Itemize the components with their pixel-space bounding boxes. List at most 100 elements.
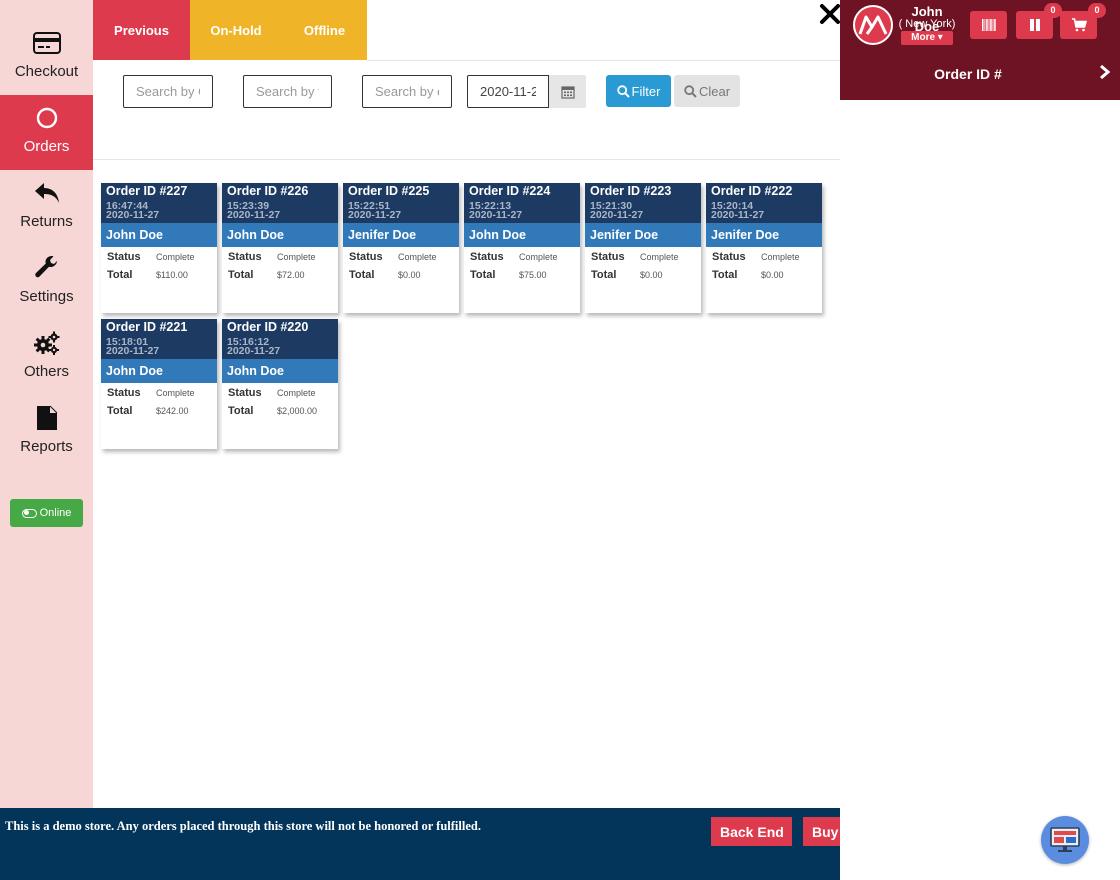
monitor-icon	[1050, 827, 1080, 852]
total-value: $72.00	[277, 270, 305, 280]
tab-on-hold[interactable]: On-Hold	[190, 0, 282, 60]
total-label: Total	[591, 269, 617, 281]
user-location: ( New York)	[898, 18, 956, 30]
sidebar-item-label: Orders	[23, 138, 70, 155]
total-label: Total	[228, 405, 254, 417]
sidebar-item-label: Reports	[20, 438, 73, 455]
back-end-button[interactable]: Back End	[711, 817, 792, 846]
order-id-title: Order ID #	[934, 66, 1002, 82]
total-value: $110.00	[156, 270, 188, 280]
reply-arrow-icon	[0, 180, 93, 206]
sidebar-item-returns[interactable]: Returns	[0, 170, 93, 245]
order-card-header: Order ID #223 15:21:30 2020-11-27	[585, 183, 701, 223]
sidebar-item-label: Settings	[19, 288, 74, 305]
search-customer-input[interactable]	[123, 75, 213, 108]
search-till-input[interactable]	[243, 75, 332, 108]
sidebar: Checkout Orders Returns Settings Others …	[0, 0, 93, 808]
online-toggle-button[interactable]: Online	[10, 499, 83, 527]
buy-now-button[interactable]: Buy Now	[803, 817, 840, 846]
order-card[interactable]: Order ID #220 15:16:12 2020-11-27 John D…	[222, 319, 338, 449]
order-card[interactable]: Order ID #223 15:21:30 2020-11-27 Jenife…	[585, 183, 701, 313]
order-date: 2020-11-27	[106, 209, 160, 221]
tab-previous[interactable]: Previous	[93, 0, 190, 60]
order-card[interactable]: Order ID #224 15:22:13 2020-11-27 John D…	[464, 183, 580, 313]
close-icon[interactable]	[818, 2, 842, 26]
total-value: $0.00	[761, 270, 784, 280]
status-label: Status	[107, 387, 141, 399]
order-date: 2020-11-27	[469, 209, 523, 221]
order-customer: John Doe	[464, 223, 580, 247]
order-card[interactable]: Order ID #221 15:18:01 2020-11-27 John D…	[101, 319, 217, 449]
order-id: Order ID #220	[227, 320, 309, 334]
order-id: Order ID #221	[106, 320, 188, 334]
cart-count-badge: 0	[1088, 3, 1106, 18]
cart-icon	[1071, 18, 1087, 32]
total-label: Total	[107, 269, 133, 281]
order-card-header: Order ID #226 15:23:39 2020-11-27	[222, 183, 338, 223]
status-label: Status	[712, 251, 746, 263]
total-value: $2,000.00	[277, 406, 318, 416]
order-customer: Jenifer Doe	[585, 223, 701, 247]
total-label: Total	[349, 269, 375, 281]
status-label: Status	[470, 251, 504, 263]
order-customer: Jenifer Doe	[706, 223, 822, 247]
order-card[interactable]: Order ID #222 15:20:14 2020-11-27 Jenife…	[706, 183, 822, 313]
tab-on-hold-label: On-Hold	[210, 22, 262, 38]
more-dropdown[interactable]: More ▾	[901, 31, 953, 45]
divider	[367, 60, 840, 61]
online-label: Online	[39, 507, 72, 519]
customer-display-button[interactable]	[1041, 816, 1089, 864]
file-icon	[0, 405, 93, 431]
barcode-icon	[981, 19, 996, 31]
total-value: $0.00	[398, 270, 421, 280]
sidebar-item-others[interactable]: Others	[0, 320, 93, 395]
order-customer: John Doe	[101, 223, 217, 247]
store-logo	[853, 5, 893, 45]
barcode-button[interactable]	[970, 11, 1007, 39]
divider	[93, 159, 840, 160]
order-id: Order ID #224	[469, 184, 551, 198]
order-card-header: Order ID #220 15:16:12 2020-11-27	[222, 319, 338, 359]
calendar-button[interactable]	[549, 75, 586, 108]
credit-card-icon	[0, 30, 93, 56]
status-value: Complete	[156, 252, 195, 262]
sidebar-item-reports[interactable]: Reports	[0, 395, 93, 470]
order-card[interactable]: Order ID #227 16:47:44 2020-11-27 John D…	[101, 183, 217, 313]
status-value: Complete	[761, 252, 800, 262]
order-id: Order ID #222	[711, 184, 793, 198]
gears-icon	[0, 330, 93, 356]
total-label: Total	[107, 405, 133, 417]
filter-button[interactable]: Filter	[606, 75, 671, 107]
order-card-header: Order ID #221 15:18:01 2020-11-27	[101, 319, 217, 359]
order-card[interactable]: Order ID #226 15:23:39 2020-11-27 John D…	[222, 183, 338, 313]
date-input[interactable]	[467, 75, 549, 108]
status-label: Status	[349, 251, 383, 263]
tab-offline[interactable]: Offline	[282, 0, 367, 60]
order-id: Order ID #227	[106, 184, 188, 198]
chevron-right-icon[interactable]	[1098, 64, 1112, 80]
status-label: Status	[107, 251, 141, 263]
total-label: Total	[228, 269, 254, 281]
sidebar-item-label: Returns	[20, 213, 73, 230]
back-end-label: Back End	[720, 823, 784, 840]
order-card[interactable]: Order ID #225 15:22:51 2020-11-27 Jenife…	[343, 183, 459, 313]
total-value: $0.00	[640, 270, 663, 280]
order-date: 2020-11-27	[227, 209, 281, 221]
sidebar-item-checkout[interactable]: Checkout	[0, 20, 93, 95]
order-date: 2020-11-27	[348, 209, 402, 221]
order-date: 2020-11-27	[590, 209, 644, 221]
pause-icon	[1029, 19, 1040, 31]
clear-button[interactable]: Clear	[674, 75, 740, 107]
search-icon	[684, 84, 697, 98]
order-id: Order ID #225	[348, 184, 430, 198]
tab-offline-label: Offline	[303, 22, 346, 38]
search-order-input[interactable]	[362, 75, 452, 108]
order-customer: John Doe	[101, 359, 217, 383]
filter-button-label: Filter	[631, 83, 661, 99]
sidebar-item-label: Others	[23, 363, 69, 380]
sidebar-item-orders[interactable]: Orders	[0, 95, 93, 170]
sidebar-item-settings[interactable]: Settings	[0, 245, 93, 320]
order-customer: John Doe	[222, 359, 338, 383]
tab-previous-label: Previous	[114, 22, 169, 38]
clear-button-label: Clear	[698, 83, 731, 99]
